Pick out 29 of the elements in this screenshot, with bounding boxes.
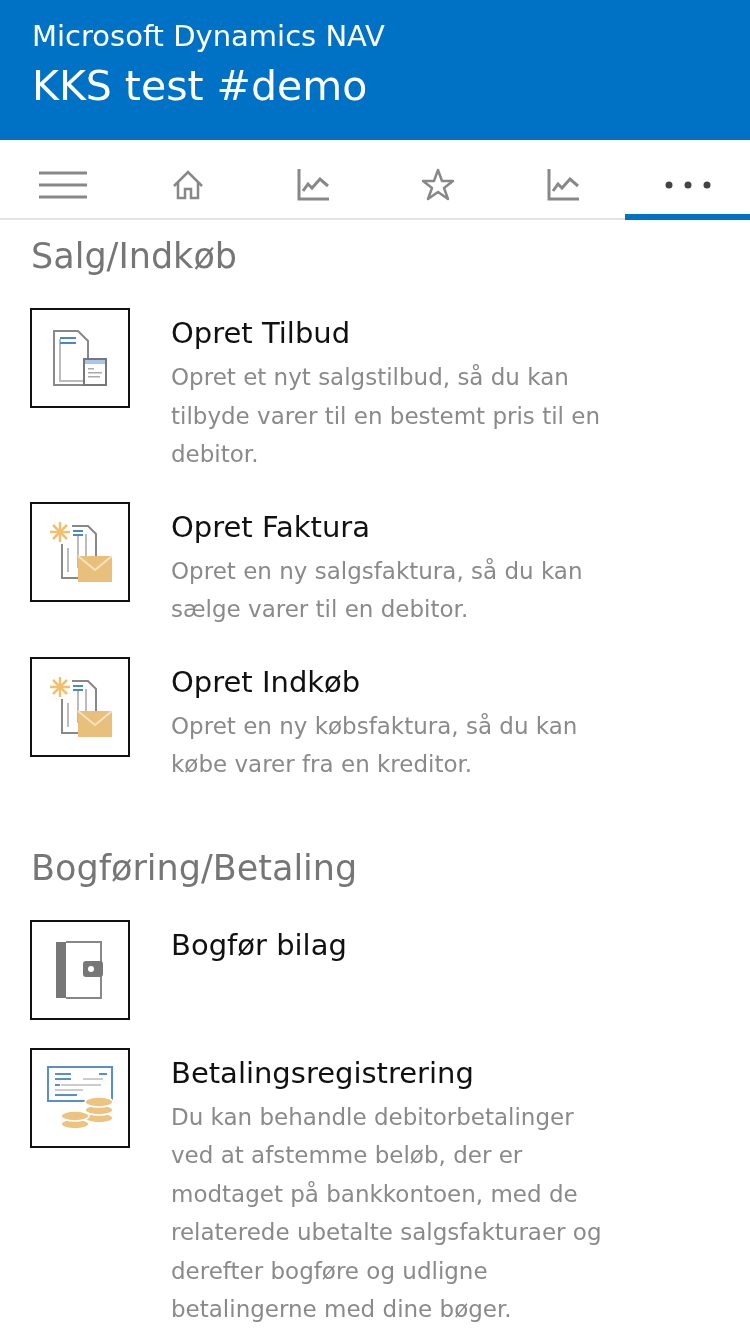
- app-name: Microsoft Dynamics NAV: [32, 18, 386, 55]
- star-icon: [420, 167, 455, 202]
- action-description: Opret en ny salgsfaktura, så du kan sælge varer til en debitor.: [171, 556, 584, 624]
- document-envelope-icon: [48, 674, 112, 739]
- action-tile[interactable]: [30, 308, 130, 408]
- company-name: KKS test #demo: [32, 61, 369, 112]
- action-tile[interactable]: [30, 656, 130, 757]
- action-tile[interactable]: [30, 919, 130, 1020]
- action-title[interactable]: Opret Faktura: [171, 501, 611, 552]
- action-tile[interactable]: [30, 501, 130, 602]
- action-title[interactable]: Opret Indkøb: [171, 656, 611, 707]
- action-tile[interactable]: [30, 1047, 130, 1148]
- document-icon: [52, 329, 108, 387]
- action-description: Opret et nyt salgstilbud, så du kan tilbyde varer til en bestemt pris til en debitor.: [171, 363, 601, 469]
- section-heading: Salg/Indkøb: [31, 236, 238, 276]
- check-coins-icon: [47, 1065, 113, 1130]
- home-icon: [171, 169, 204, 200]
- document-envelope-icon: [48, 519, 112, 584]
- more-icon: [664, 180, 711, 189]
- menu-icon: [38, 170, 87, 199]
- section-heading: Bogføring/Betaling: [31, 847, 358, 888]
- action-title[interactable]: Opret Tilbud: [171, 308, 611, 358]
- wallet-icon: [55, 940, 105, 999]
- action-title[interactable]: Betalingsregistrering: [171, 1047, 611, 1098]
- action-description: Opret en ny købsfaktura, så du kan købe varer fra en kreditor.: [171, 711, 579, 779]
- line-chart-icon: [296, 168, 329, 201]
- line-chart-icon: [546, 168, 579, 201]
- action-title[interactable]: Bogfør bilag: [171, 919, 611, 970]
- action-description: Du kan behandle debitorbetalinger ved at afstemme beløb, der er modtaget på bankkontoen, med de relaterede ubetalte salgsfakturaer og derefter bogføre og udligne betalingerne med dine bøger.: [171, 1102, 603, 1324]
